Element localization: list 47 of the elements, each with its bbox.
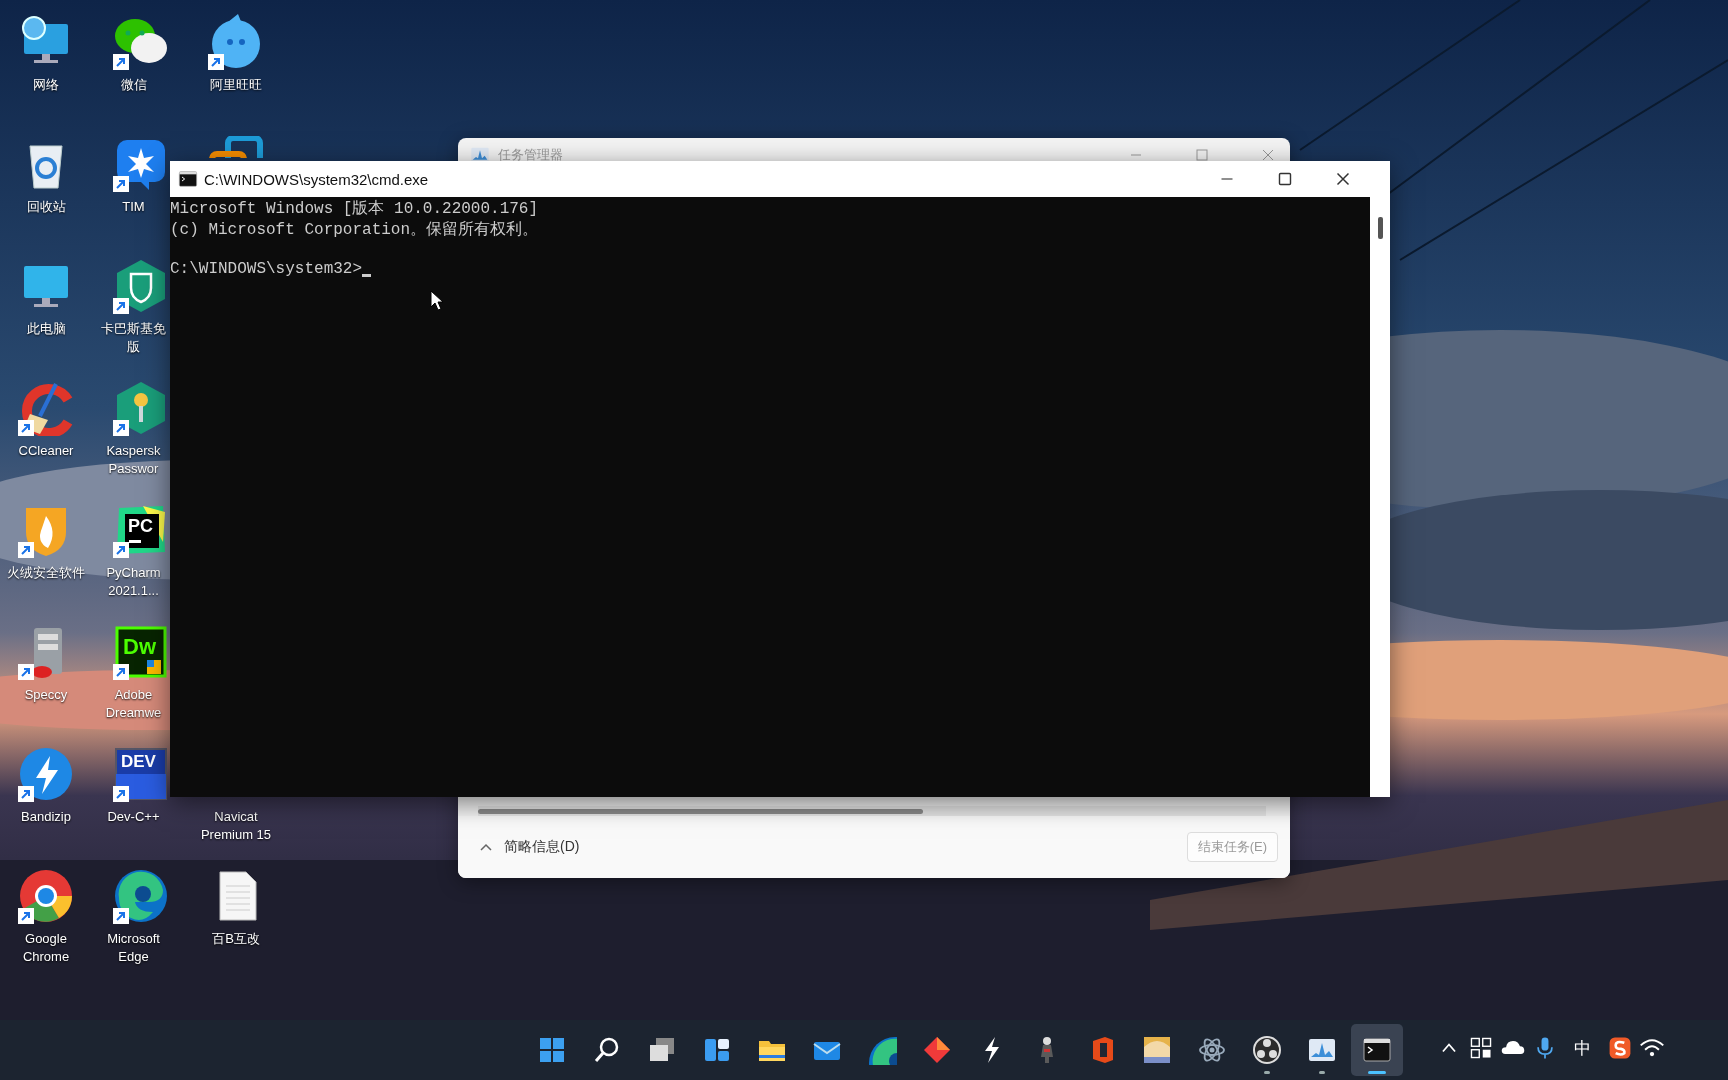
logo-text: PC xyxy=(128,517,153,535)
cursor-icon xyxy=(430,290,444,312)
icon-label[interactable]: 阿里旺旺 xyxy=(210,76,262,94)
atom-icon xyxy=(1197,1035,1227,1065)
console-line: (c) Microsoft Corporation。保留所有权利。 xyxy=(170,220,540,241)
fewer-details-link[interactable]: 简略信息(D) xyxy=(504,838,580,856)
terminal-icon xyxy=(178,169,198,189)
command-prompt: C:\WINDOWS\system32> xyxy=(170,259,363,280)
icon-label[interactable]: Bandizip xyxy=(21,808,71,826)
icon-label[interactable]: Google Chrome xyxy=(22,930,70,966)
windows-logo-icon xyxy=(537,1035,567,1065)
text-cursor xyxy=(362,274,372,277)
taskbar-button[interactable] xyxy=(1351,1024,1403,1076)
vertical-scrollbar[interactable] xyxy=(1370,197,1390,797)
input-method-indicator[interactable]: 中 xyxy=(1574,1036,1591,1060)
dw-logo-icon[interactable] xyxy=(113,624,169,680)
window-title: C:\WINDOWS\system32\cmd.exe xyxy=(204,170,429,188)
logo-text: DEV xyxy=(121,753,156,770)
icon-label[interactable]: Microsoft Edge xyxy=(101,930,166,966)
icon-label[interactable]: Dev-C++ xyxy=(101,808,166,826)
icon-label[interactable]: CCleaner xyxy=(18,442,74,460)
icon-label[interactable]: Navicat Premium 15 xyxy=(200,808,272,844)
lightning-circle-icon[interactable] xyxy=(18,746,74,802)
icon-label[interactable]: 微信 xyxy=(101,76,166,94)
icon-label[interactable]: 卡巴斯基免版 xyxy=(101,320,166,356)
icon-label[interactable]: TIM xyxy=(101,198,166,216)
terminal-icon xyxy=(1362,1035,1392,1065)
grid-icon[interactable] xyxy=(1468,1035,1494,1061)
horizontal-scrollbar[interactable] xyxy=(478,806,1266,816)
window-title: 任务管理器 xyxy=(498,146,563,164)
icon-label[interactable]: 此电脑 xyxy=(26,320,66,338)
s-logo-icon[interactable] xyxy=(1607,1035,1633,1061)
console-line: Microsoft Windows [版本 10.0.22000.176] xyxy=(170,199,540,220)
ring-circle-icon[interactable] xyxy=(18,868,74,924)
dev-logo-icon[interactable] xyxy=(113,746,169,802)
logo-text: Dw xyxy=(123,636,156,658)
icon-label[interactable]: Kaspersk Passwor xyxy=(101,442,166,478)
icon-label[interactable]: 网络 xyxy=(33,76,59,94)
icon-label[interactable]: 百B互改 xyxy=(212,930,260,948)
diamond-icon xyxy=(922,1035,952,1065)
icon-label[interactable]: PyCharm 2021.1... xyxy=(101,564,166,600)
icon-label[interactable]: 火绒安全软件 xyxy=(7,564,85,582)
swirl-icon xyxy=(867,1035,897,1065)
overlapping-squares-icon[interactable] xyxy=(208,136,264,158)
swirl-icon[interactable] xyxy=(113,868,169,924)
icon-label[interactable]: 回收站 xyxy=(26,198,66,216)
three-dot-circle-icon xyxy=(1252,1035,1282,1065)
